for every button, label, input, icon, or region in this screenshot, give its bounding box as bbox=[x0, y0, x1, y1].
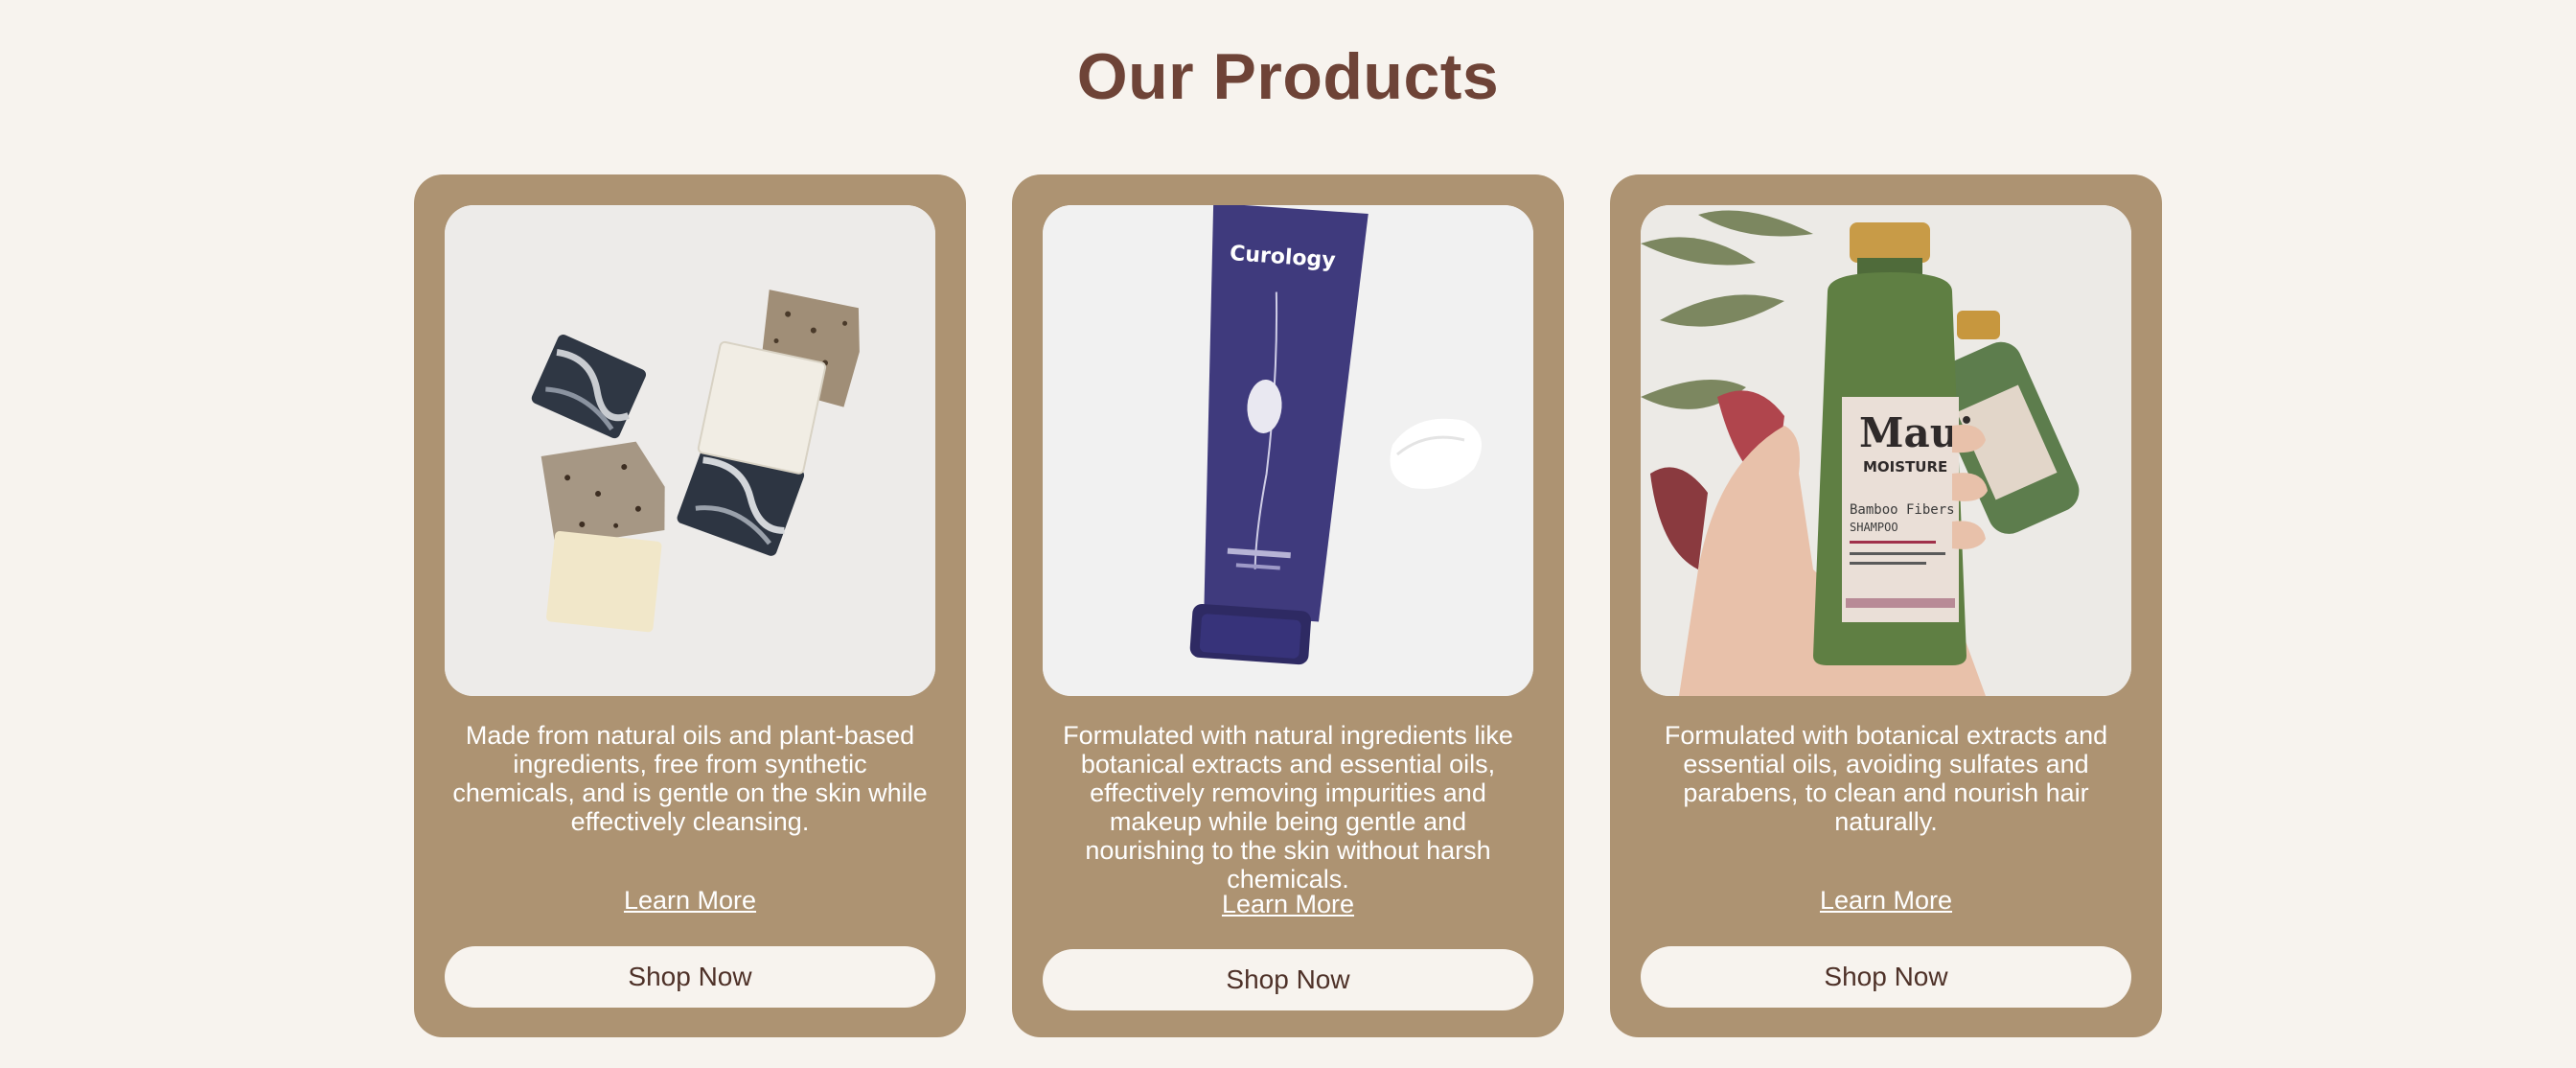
product-description: Formulated with botanical extracts and e… bbox=[1664, 721, 2108, 836]
brand-subtext: MOISTURE bbox=[1863, 458, 1947, 476]
product-line-text: Bamboo Fibers bbox=[1850, 502, 1955, 518]
shop-now-button[interactable]: Shop Now bbox=[1043, 949, 1533, 1010]
learn-more-link[interactable]: Learn More bbox=[1610, 886, 2162, 916]
product-image-shampoo: Maui MOISTURE Bamboo Fibers SHAMPOO bbox=[1641, 205, 2131, 696]
page-title: Our Products bbox=[1076, 40, 1500, 113]
product-image-soap bbox=[445, 205, 935, 696]
product-card-cleanser: Curology Formulated with natural ingredi… bbox=[1012, 174, 1564, 1037]
product-grid: Made from natural oils and plant-based i… bbox=[414, 174, 2162, 1037]
product-type-text: SHAMPOO bbox=[1850, 521, 1898, 534]
product-description: Made from natural oils and plant-based i… bbox=[452, 721, 928, 836]
product-card-soap: Made from natural oils and plant-based i… bbox=[414, 174, 966, 1037]
learn-more-link[interactable]: Learn More bbox=[1012, 890, 1564, 919]
learn-more-link[interactable]: Learn More bbox=[414, 886, 966, 916]
product-image-cleanser: Curology bbox=[1043, 205, 1533, 696]
product-card-shampoo: Maui MOISTURE Bamboo Fibers SHAMPOO Form… bbox=[1610, 174, 2162, 1037]
product-description: Formulated with natural ingredients like… bbox=[1063, 721, 1513, 894]
shop-now-button[interactable]: Shop Now bbox=[445, 946, 935, 1008]
shop-now-button[interactable]: Shop Now bbox=[1641, 946, 2131, 1008]
